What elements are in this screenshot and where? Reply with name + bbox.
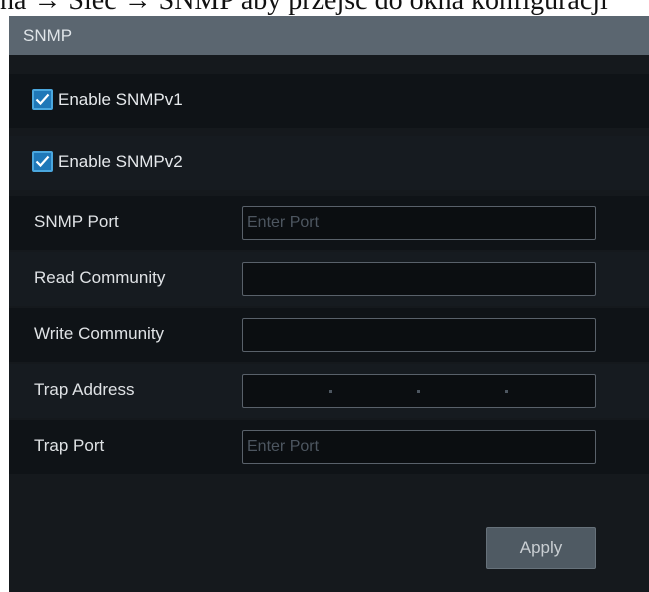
ip-separator-dot (505, 390, 508, 393)
write-community-row: Write Community (9, 308, 649, 362)
trap-address-ip-input[interactable] (242, 374, 596, 408)
trap-address-label: Trap Address (34, 380, 135, 399)
option-row-snmpv2: Enable SNMPv2 (9, 136, 649, 190)
read-community-row: Read Community (9, 252, 649, 306)
dialog-title: SNMP (9, 16, 649, 55)
apply-button[interactable]: Apply (486, 527, 596, 569)
check-icon (35, 155, 50, 168)
enable-snmpv2-option[interactable]: Enable SNMPv2 (32, 151, 183, 172)
read-community-label: Read Community (34, 268, 166, 287)
snmpv1-checkbox[interactable] (32, 89, 53, 110)
read-community-input[interactable] (242, 262, 596, 296)
snmp-port-input[interactable] (242, 206, 596, 240)
snmpv2-checkbox[interactable] (32, 151, 53, 172)
ip-separator-dot (417, 390, 420, 393)
snmp-port-row: SNMP Port (9, 196, 649, 250)
trap-address-row: Trap Address (9, 364, 649, 418)
snmpv2-label: Enable SNMPv2 (58, 151, 183, 171)
snmp-dialog: SNMP Enable SNMPv1 Enable SNMPv2 SNMP Po… (9, 16, 649, 592)
snmp-port-label: SNMP Port (34, 212, 119, 231)
check-icon (35, 93, 50, 106)
option-row-snmpv1: Enable SNMPv1 (9, 74, 649, 128)
document-text: na → Sieć → SNMP aby przejść do okna kon… (0, 0, 608, 16)
trap-port-row: Trap Port (9, 420, 649, 474)
trap-port-input[interactable] (242, 430, 596, 464)
write-community-input[interactable] (242, 318, 596, 352)
enable-snmpv1-option[interactable]: Enable SNMPv1 (32, 89, 183, 110)
snmpv1-label: Enable SNMPv1 (58, 89, 183, 109)
trap-port-label: Trap Port (34, 436, 105, 455)
ip-separator-dot (329, 390, 332, 393)
write-community-label: Write Community (34, 324, 165, 343)
